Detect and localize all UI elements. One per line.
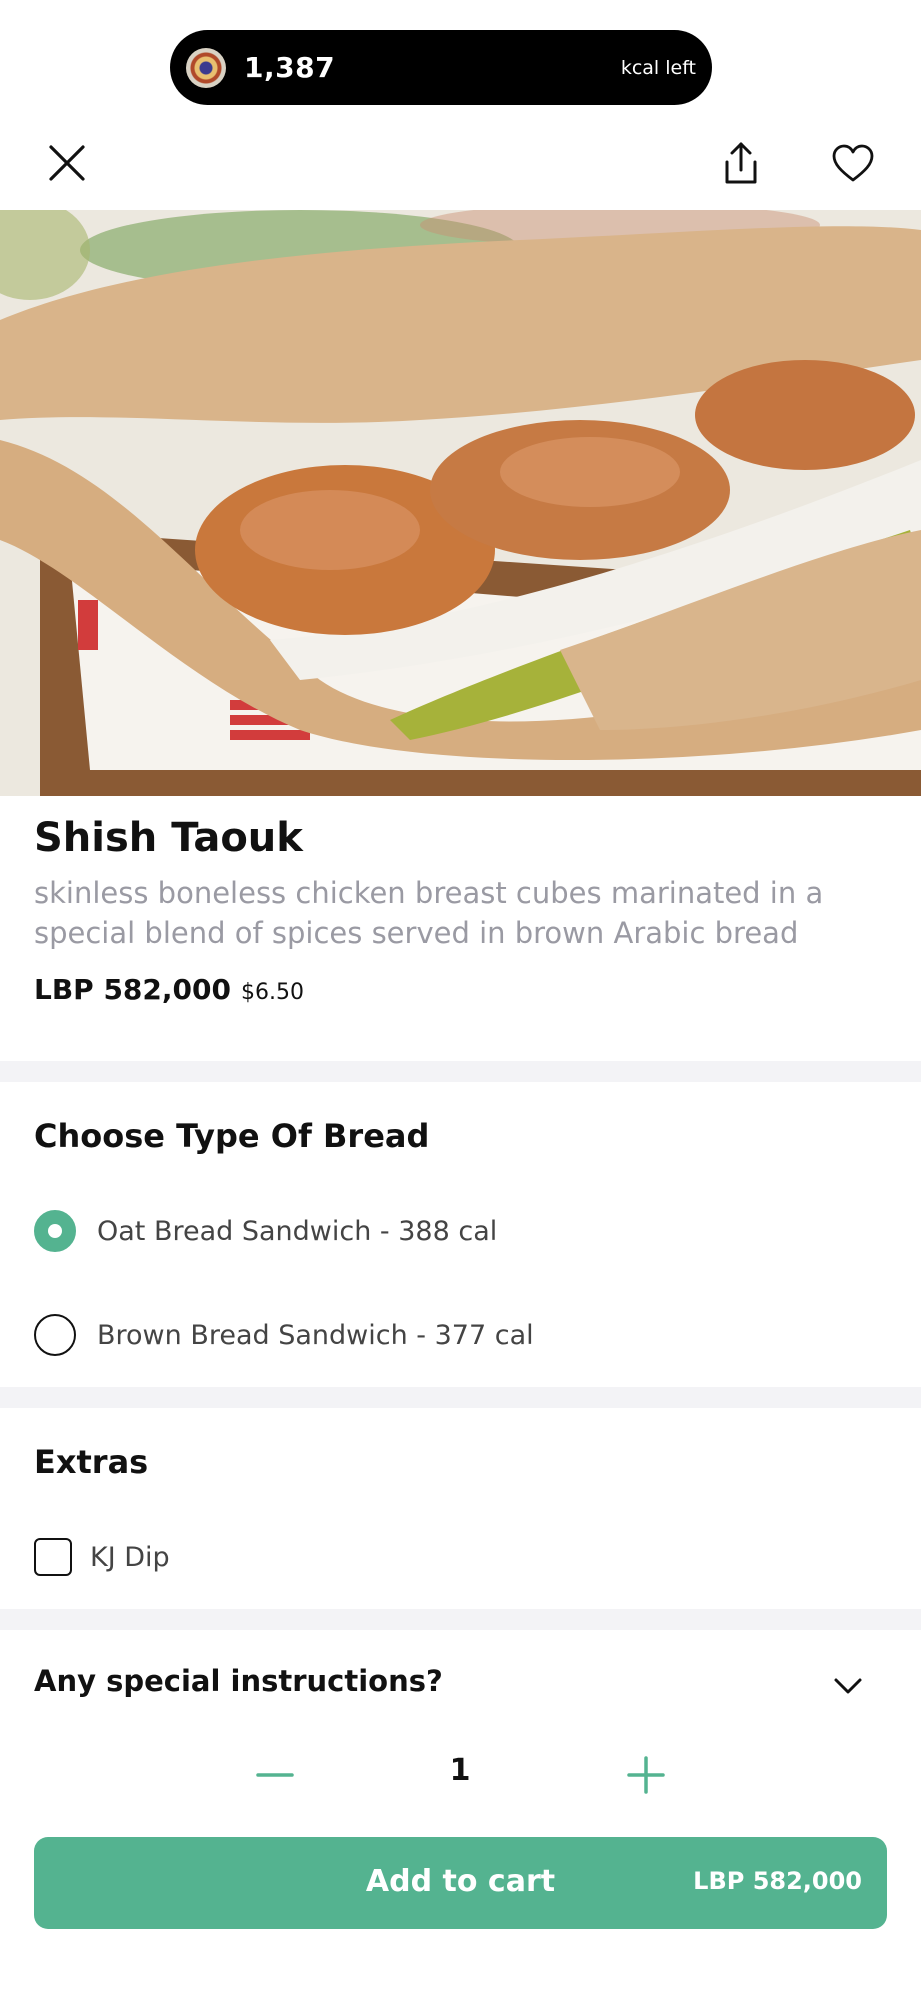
section-divider — [0, 1061, 921, 1082]
bread-option-brown[interactable]: Brown Bread Sandwich - 377 cal — [34, 1310, 534, 1360]
section-divider — [0, 1609, 921, 1630]
extras-option-kj-dip[interactable]: KJ Dip — [34, 1532, 170, 1582]
kcal-status-pill[interactable]: 1,387 kcal left — [170, 30, 712, 105]
bread-section-title: Choose Type Of Bread — [34, 1117, 430, 1155]
extras-section-title: Extras — [34, 1443, 149, 1481]
product-title: Shish Taouk — [34, 815, 303, 861]
radio-unselected-icon[interactable] — [34, 1314, 76, 1356]
header-bar — [0, 130, 921, 200]
product-description: skinless boneless chicken breast cubes m… — [34, 876, 824, 950]
add-to-cart-price: LBP 582,000 — [693, 1867, 862, 1895]
quantity-stepper: 1 — [0, 1745, 921, 1805]
plus-icon[interactable] — [621, 1745, 671, 1805]
product-image — [0, 210, 921, 796]
bread-option-label: Brown Bread Sandwich - 377 cal — [97, 1319, 534, 1351]
minus-icon[interactable] — [250, 1745, 300, 1805]
quantity-value: 1 — [449, 1753, 471, 1788]
extras-option-label: KJ Dip — [90, 1541, 170, 1573]
section-divider — [0, 1387, 921, 1408]
checkbox-icon[interactable] — [34, 1538, 72, 1576]
food-illustration — [0, 210, 921, 796]
close-button[interactable] — [37, 133, 97, 193]
bread-option-oat[interactable]: Oat Bread Sandwich - 388 cal — [34, 1206, 497, 1256]
avatar — [186, 47, 226, 88]
close-icon — [49, 145, 85, 181]
add-to-cart-button[interactable]: Add to cart LBP 582,000 — [34, 1837, 887, 1929]
radio-selected-icon[interactable] — [34, 1210, 76, 1252]
heart-icon — [832, 144, 874, 182]
share-button[interactable] — [711, 133, 771, 193]
price-usd: $6.50 — [240, 980, 304, 1005]
special-instructions-label: Any special instructions? — [34, 1664, 443, 1698]
price-row: LBP 582,000 $6.50 — [34, 973, 304, 1006]
price-lbp: LBP 582,000 — [34, 973, 231, 1006]
share-icon — [725, 142, 757, 184]
kcal-label: kcal left — [620, 56, 696, 79]
special-instructions-toggle[interactable]: Any special instructions? — [0, 1630, 921, 1720]
kcal-value: 1,387 — [244, 51, 336, 84]
bread-option-label: Oat Bread Sandwich - 388 cal — [97, 1215, 498, 1247]
chevron-down-icon — [834, 1678, 862, 1694]
favorite-button[interactable] — [823, 133, 883, 193]
